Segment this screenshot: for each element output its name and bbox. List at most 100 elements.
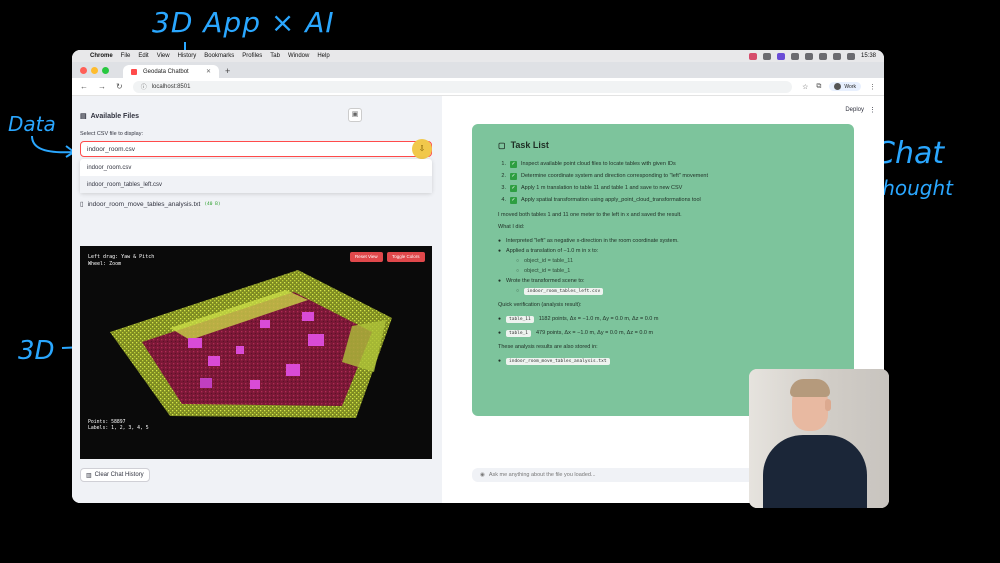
presenter-hair (790, 379, 830, 397)
viewer-hint-line: Wheel: Zoom (88, 261, 122, 267)
status-app-icon[interactable] (776, 52, 785, 60)
csv-select-input[interactable]: indoor_room.csv (80, 141, 432, 157)
clear-chat-label: Clear Chat History (94, 472, 144, 478)
new-tab-button[interactable]: + (225, 65, 230, 78)
bullet-icon: ○ (516, 268, 520, 274)
site-info-icon[interactable]: ⓘ (141, 82, 147, 91)
analysis-file-item[interactable]: ▯ indoor_room_move_tables_analysis.txt (… (80, 200, 221, 209)
folder-icon: ▤ (80, 113, 87, 120)
toolbar-right: ☆ ⧉ Work ⋮ (802, 82, 876, 91)
forward-icon[interactable]: → (98, 82, 106, 91)
viewer-hint-line: Left drag: Yaw & Pitch (88, 254, 155, 260)
menu-tab[interactable]: Tab (270, 53, 280, 59)
webcam-overlay (749, 369, 889, 508)
table-object (236, 346, 244, 354)
table-id-code: table_1 (506, 329, 531, 337)
output-file-code: indoor_room_tables_left.csv (524, 287, 604, 295)
annotation-arrow-data (31, 135, 76, 158)
bullet-text: Interpreted "left" as negative x-directi… (506, 238, 679, 244)
extensions-icon[interactable]: ⧉ (816, 83, 821, 91)
sidebar: ▤ Available Files ▣ Select CSV file to d… (72, 96, 442, 503)
menu-edit[interactable]: Edit (138, 53, 148, 59)
deploy-button[interactable]: Deploy (845, 107, 864, 113)
table-object (250, 380, 260, 389)
table-object (188, 338, 202, 348)
trash-icon: ▥ (86, 472, 92, 479)
analysis-file-name: indoor_room_move_tables_analysis.txt (87, 200, 201, 208)
mac-menubar: Chrome File Edit View History Bookmarks … (72, 50, 884, 62)
task-text: Determine coordinate system and directio… (521, 173, 709, 179)
clipboard-icon: ▢ (498, 140, 506, 150)
status-app-icon[interactable] (762, 52, 771, 60)
reload-icon[interactable]: ↻ (116, 82, 123, 91)
status-app-icon[interactable] (748, 52, 757, 60)
menu-app[interactable]: Chrome (90, 53, 113, 59)
annotation-title: 3D App × AI (152, 6, 335, 39)
task-item: 3. ✓ Apply 1 m translation to table 11 a… (498, 182, 828, 194)
dropdown-option[interactable]: indoor_room_tables_left.csv (80, 176, 432, 193)
task-item: 4. ✓ Apply spatial transformation using … (498, 194, 828, 206)
menu-window[interactable]: Window (288, 53, 309, 59)
window-controls (80, 62, 109, 78)
menu-file[interactable]: File (121, 53, 131, 59)
menu-help[interactable]: Help (317, 53, 329, 59)
tab-geodata-chatbot[interactable]: Geodata Chatbot ✕ (123, 65, 219, 78)
table-object (302, 312, 314, 321)
task-item: 1. ✓ Inspect available point cloud files… (498, 158, 828, 170)
task-list-title-text: Task List (510, 140, 549, 150)
bullet-item: ● indoor_room_move_tables_analysis.txt (498, 356, 828, 366)
reset-view-button[interactable]: Reset View (350, 252, 383, 262)
menu-bookmarks[interactable]: Bookmarks (204, 53, 234, 59)
dropdown-option[interactable]: indoor_room.csv (80, 159, 432, 176)
sub-bullet-item: ○ object_id = table_11 (498, 256, 828, 266)
table-object (200, 378, 212, 388)
wifi-icon[interactable] (832, 52, 841, 60)
app-menu-icon[interactable]: ⋮ (869, 106, 876, 114)
analysis-file-size: (40 B) (204, 201, 221, 207)
search-icon[interactable] (846, 52, 855, 60)
browser-menu-icon[interactable]: ⋮ (869, 83, 876, 91)
point-cloud-viewer[interactable]: Left drag: Yaw & Pitch Wheel: Zoom Reset… (80, 246, 432, 459)
sidebar-title-text: Available Files (90, 112, 139, 120)
bookmark-star-icon[interactable]: ☆ (802, 83, 808, 91)
menu-profiles[interactable]: Profiles (242, 53, 262, 59)
menu-history[interactable]: History (178, 53, 197, 59)
menu-view[interactable]: View (157, 53, 170, 59)
task-list-title: ▢ Task List (498, 140, 828, 150)
task-text: Apply 1 m translation to table 11 and ta… (521, 185, 683, 191)
status-app-icon[interactable] (790, 52, 799, 60)
chevron-down-icon[interactable]: ⇩ (412, 139, 432, 159)
close-tab-icon[interactable]: ✕ (206, 68, 211, 75)
table-object (308, 334, 324, 346)
check-icon: ✓ (510, 184, 517, 192)
task-number: 3. (501, 185, 506, 191)
bullet-icon: ○ (516, 288, 520, 294)
clock[interactable]: 15:38 (861, 53, 876, 59)
avatar (834, 83, 842, 90)
csv-select-value: indoor_room.csv (87, 145, 136, 153)
url-field[interactable]: ⓘ localhost:8501 (132, 80, 793, 93)
address-bar: ← → ↻ ⓘ localhost:8501 ☆ ⧉ Work ⋮ (72, 78, 884, 96)
collapse-sidebar-button[interactable]: ▣ (348, 108, 362, 122)
toggle-colors-button[interactable]: Toggle Colors (387, 252, 425, 262)
bullet-icon: ● (498, 238, 502, 244)
bullet-text: object_id = table_11 (524, 258, 574, 264)
check-icon: ✓ (510, 160, 517, 168)
minimize-window-icon[interactable] (91, 66, 98, 74)
sidebar-title: ▤ Available Files (80, 112, 139, 121)
close-window-icon[interactable] (80, 66, 87, 74)
bullet-icon: ● (498, 248, 502, 254)
back-icon[interactable]: ← (80, 82, 88, 91)
profile-button[interactable]: Work (829, 82, 861, 91)
status-app-icon[interactable] (804, 52, 813, 60)
chat-input-placeholder: Ask me anything about the file you loade… (488, 472, 596, 478)
url-text: localhost:8501 (151, 83, 191, 90)
annotation-3d: 3D (18, 336, 55, 366)
clear-chat-history-button[interactable]: ▥ Clear Chat History (80, 468, 150, 482)
status-app-icon[interactable] (818, 52, 827, 60)
check-icon: ✓ (510, 196, 517, 204)
tab-title: Geodata Chatbot (143, 68, 189, 75)
task-number: 2. (501, 173, 506, 179)
fullscreen-window-icon[interactable] (102, 66, 109, 74)
csv-dropdown: indoor_room.csv indoor_room_tables_left.… (80, 159, 432, 193)
